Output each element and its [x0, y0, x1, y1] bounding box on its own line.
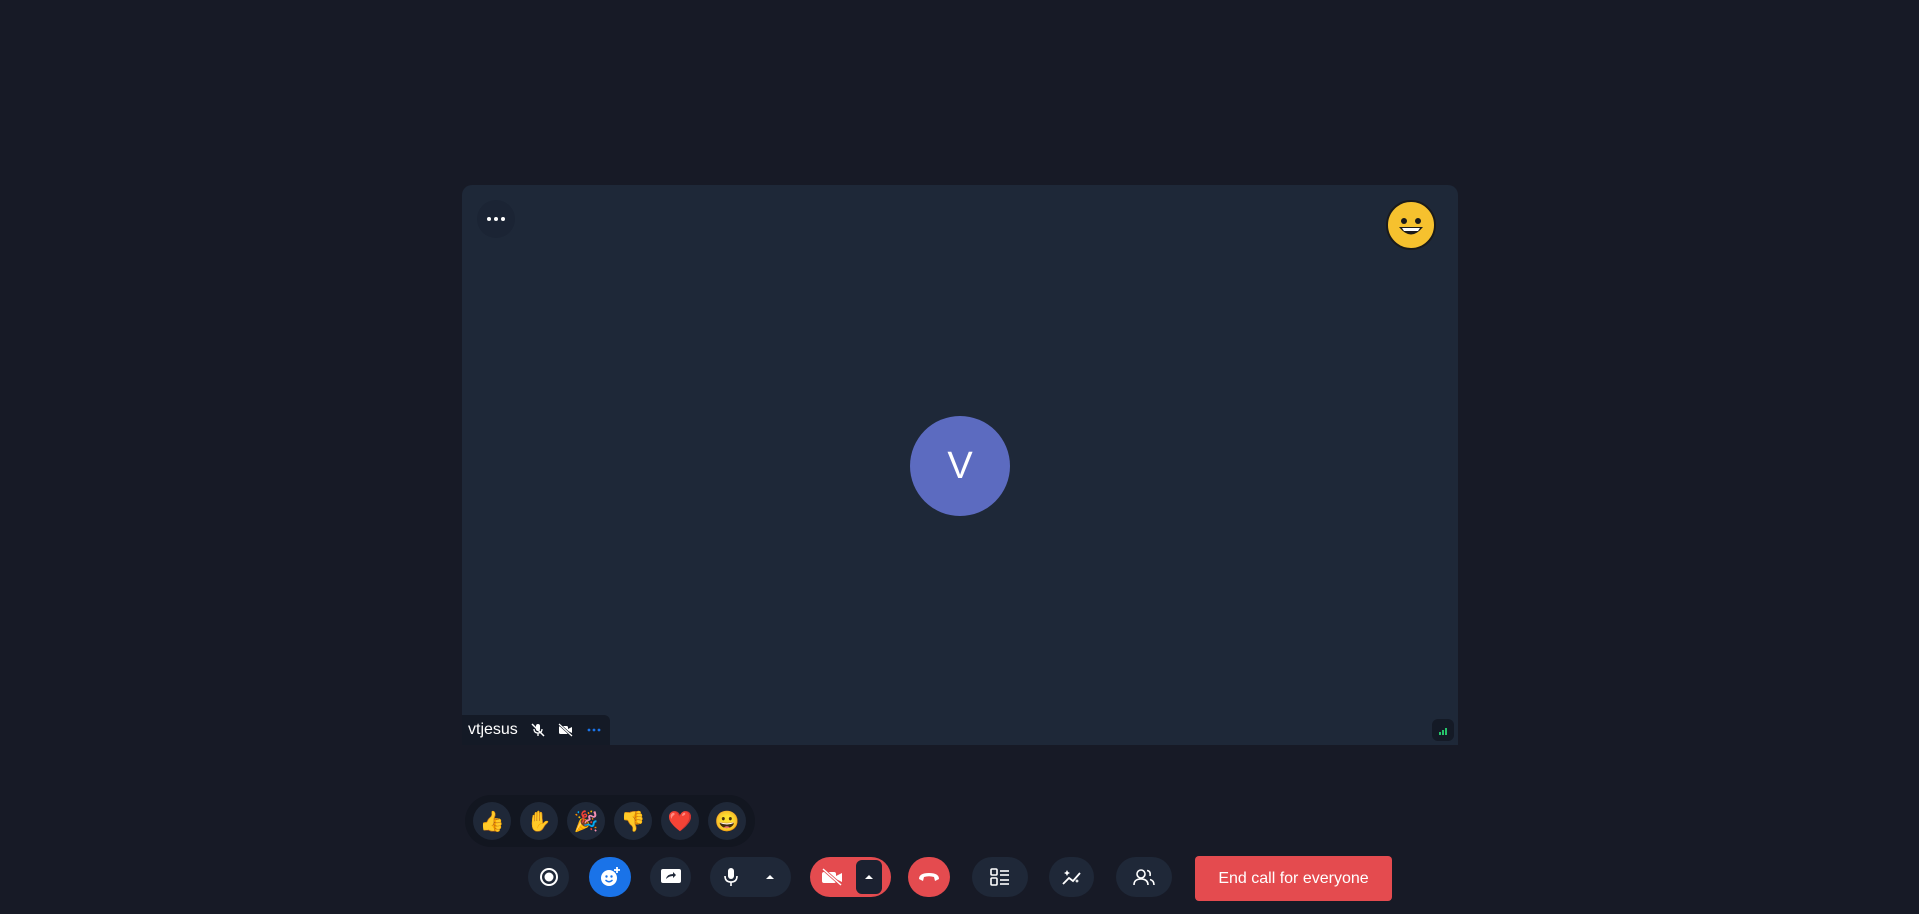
- end-call-for-everyone-button[interactable]: End call for everyone: [1195, 856, 1392, 901]
- participant-name-tag: vtjesus: [462, 715, 610, 745]
- participant-video-tile: V vtjesus: [462, 185, 1458, 745]
- end-call-for-everyone-label: End call for everyone: [1218, 869, 1369, 887]
- reaction-heart-button[interactable]: ❤️: [661, 802, 699, 840]
- dot: [501, 217, 505, 221]
- share-screen-icon: [660, 869, 681, 883]
- dot: [494, 217, 498, 221]
- chevron-up-icon: [766, 875, 774, 879]
- reaction-party-popper-button[interactable]: 🎉: [567, 802, 605, 840]
- record-button[interactable]: [528, 857, 569, 897]
- network-quality-icon: [1432, 719, 1454, 741]
- microphone-control-group: [710, 857, 791, 897]
- camera-off-icon: [558, 722, 574, 738]
- add-reaction-icon: [601, 867, 620, 886]
- dot: [487, 217, 491, 221]
- microphone-options-button[interactable]: [752, 857, 788, 897]
- reactions-toggle-button[interactable]: [589, 857, 631, 897]
- sparkle-chart-icon: [1061, 870, 1081, 885]
- grinning-face-reaction-icon: [1386, 200, 1436, 250]
- microphone-button[interactable]: [710, 857, 752, 897]
- effects-button[interactable]: [1049, 857, 1094, 897]
- chat-icon: [990, 868, 1009, 886]
- avatar: V: [910, 416, 1010, 516]
- participants-button[interactable]: [1116, 857, 1172, 897]
- leave-call-button[interactable]: [908, 857, 950, 897]
- share-screen-button[interactable]: [650, 857, 691, 897]
- camera-options-button[interactable]: [856, 860, 882, 894]
- camera-control-group: [810, 857, 891, 897]
- camera-off-icon: [822, 868, 842, 886]
- more-options-icon[interactable]: [586, 722, 602, 738]
- chat-button[interactable]: [972, 857, 1028, 897]
- reaction-thumbs-down-button[interactable]: 👎: [614, 802, 652, 840]
- camera-toggle-button[interactable]: [810, 857, 854, 897]
- participant-name: vtjesus: [468, 721, 518, 738]
- people-icon: [1133, 869, 1155, 886]
- record-icon: [539, 868, 558, 886]
- avatar-letter: V: [947, 444, 973, 487]
- reaction-raised-hand-button[interactable]: ✋: [520, 802, 558, 840]
- microphone-icon: [724, 868, 738, 886]
- microphone-off-icon: [530, 722, 546, 738]
- reaction-thumbs-up-button[interactable]: 👍: [473, 802, 511, 840]
- chevron-up-icon: [865, 875, 873, 879]
- hang-up-icon: [919, 873, 939, 881]
- reactions-bar: 👍 ✋ 🎉 👎 ❤️ 😀: [465, 795, 755, 847]
- reaction-grinning-face-button[interactable]: 😀: [708, 802, 746, 840]
- tile-more-options-button[interactable]: [477, 200, 515, 238]
